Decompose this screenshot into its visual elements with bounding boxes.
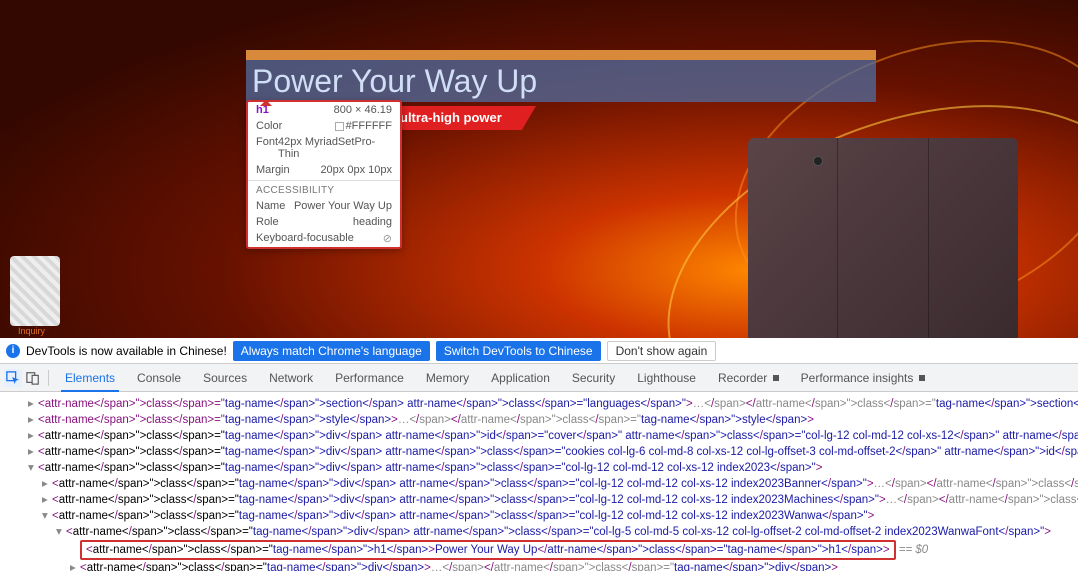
tab-performance-insights[interactable]: Performance insights: [791, 365, 935, 391]
dom-selected-node: <attr-name</span>">class</span>="tag-nam…: [80, 540, 896, 560]
tab-security[interactable]: Security: [562, 365, 625, 391]
tooltip-acc-name: Power Your Way Up: [294, 200, 392, 212]
element-inspector-tooltip: h1800 × 46.19 Color#FFFFFF Font42px Myri…: [246, 100, 402, 249]
element-picker-icon[interactable]: [4, 369, 22, 387]
tab-sources[interactable]: Sources: [193, 365, 257, 391]
dom-node: <attr-name</span>">class</span>="tag-nam…: [52, 478, 1078, 490]
dom-node: <attr-name</span>">class</span>="tag-nam…: [38, 414, 814, 426]
preview-badge-icon: [919, 375, 925, 381]
always-match-language-button[interactable]: Always match Chrome's language: [233, 341, 430, 361]
subheadline-pill: ultra-high power: [394, 106, 536, 130]
preview-badge-icon: [773, 375, 779, 381]
tab-network[interactable]: Network: [259, 365, 323, 391]
tab-elements[interactable]: Elements: [55, 365, 125, 391]
devtools-tabs: Elements Console Sources Network Perform…: [0, 364, 1078, 392]
chat-avatar-label: Inquiry: [18, 326, 45, 336]
dom-node: <attr-name</span>">class</span>="tag-nam…: [38, 430, 1078, 442]
dom-node: <attr-name</span>">class</span>="tag-nam…: [52, 494, 1078, 506]
tab-memory[interactable]: Memory: [416, 365, 479, 391]
info-icon: i: [6, 344, 20, 358]
dom-node: <attr-name</span>">class</span>="tag-nam…: [66, 526, 1051, 538]
dom-node: <attr-name</span>">class</span>="tag-nam…: [38, 446, 1078, 458]
switch-devtools-language-button[interactable]: Switch DevTools to Chinese: [436, 341, 601, 361]
inspected-headline: Power Your Way Up: [246, 60, 876, 102]
tab-console[interactable]: Console: [127, 365, 191, 391]
tab-recorder[interactable]: Recorder: [708, 365, 789, 391]
dom-node: <attr-name</span>">class</span>="tag-nam…: [80, 562, 838, 571]
tooltip-tag: h1: [256, 104, 269, 116]
forbid-icon: ⊘: [383, 232, 392, 245]
dom-node: <attr-name</span>">class</span>="tag-nam…: [38, 462, 822, 474]
elements-dom-tree[interactable]: ▸<attr-name</span>">class</span>="tag-na…: [0, 392, 1078, 571]
dom-node: <attr-name</span>">class</span>="tag-nam…: [38, 398, 1078, 410]
dismiss-notice-button[interactable]: Don't show again: [607, 341, 717, 361]
tab-application[interactable]: Application: [481, 365, 560, 391]
tooltip-color-value: #FFFFFF: [346, 120, 392, 132]
tooltip-font-value: 42px MyriadSetPro-Thin: [278, 136, 392, 160]
tooltip-margin-value: 20px 0px 10px: [320, 164, 392, 176]
tab-lighthouse[interactable]: Lighthouse: [627, 365, 706, 391]
tooltip-acc-role: heading: [353, 216, 392, 228]
devtools-language-notice: i DevTools is now available in Chinese! …: [0, 338, 1078, 364]
dom-node: <attr-name</span>">class</span>="tag-nam…: [52, 510, 874, 522]
product-image: [748, 138, 1018, 338]
tab-performance[interactable]: Performance: [325, 365, 414, 391]
tooltip-dimensions: 800 × 46.19: [334, 104, 392, 116]
margin-overlay: [246, 50, 876, 60]
page-render-area: Power Your Way Up ultra-high power Inqui…: [0, 0, 1078, 338]
dom-selected-marker: == $0: [896, 544, 929, 556]
notice-text: DevTools is now available in Chinese!: [26, 344, 227, 358]
device-toolbar-icon[interactable]: [24, 369, 42, 387]
tooltip-accessibility-header: ACCESSIBILITY: [248, 183, 400, 198]
chat-avatar[interactable]: [10, 256, 60, 326]
